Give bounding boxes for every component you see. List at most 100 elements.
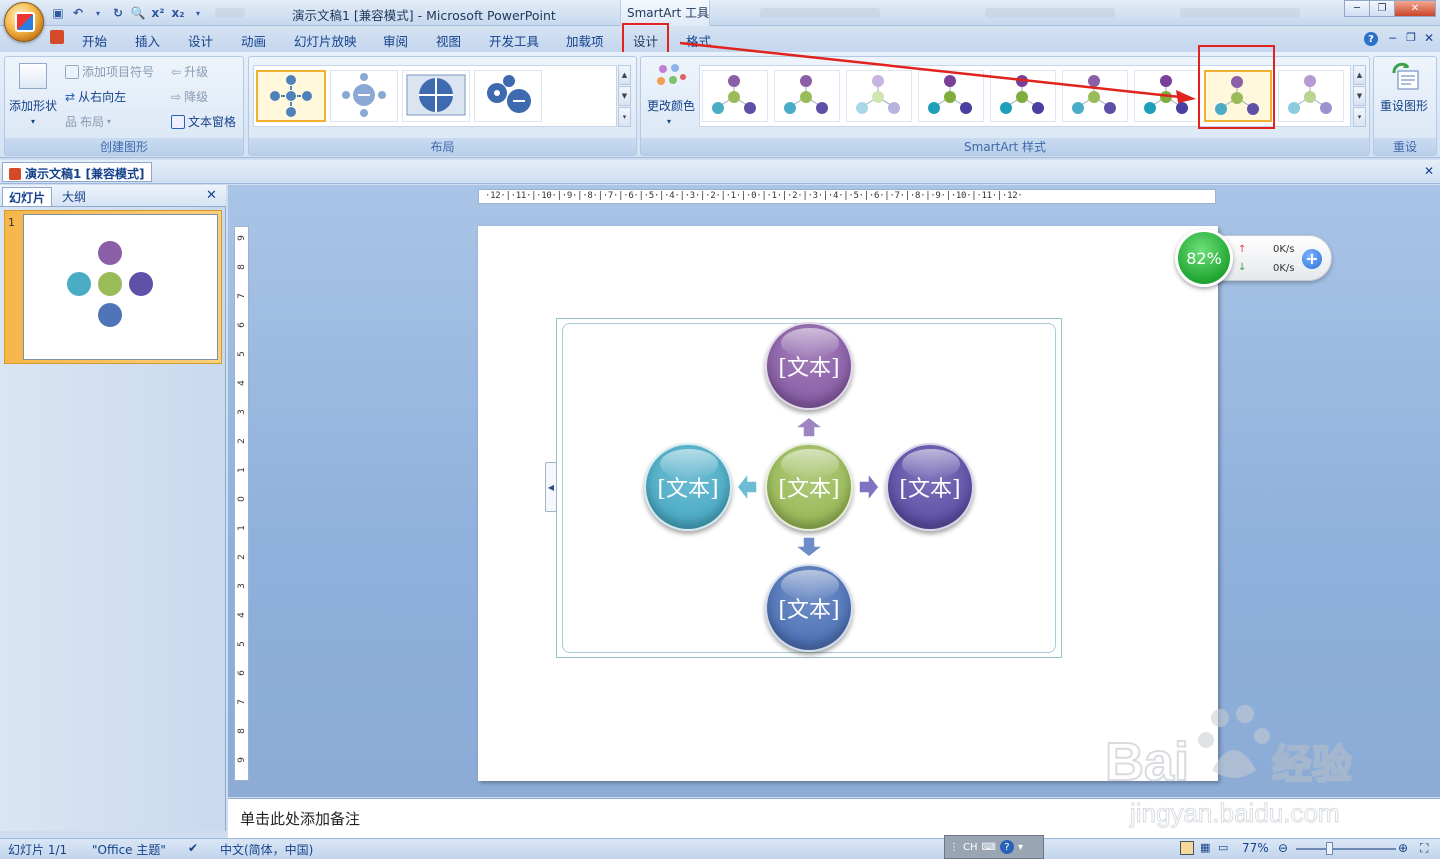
language[interactable]: 中文(简体，中国) [220,841,313,858]
ppt-file-icon [9,168,21,180]
zoom-out-icon[interactable]: ⊖ [1278,841,1288,855]
zoom-in-icon[interactable]: ⊕ [1398,841,1408,855]
gallery-scroll-up-icon[interactable]: ▲ [618,65,631,85]
theme-name[interactable]: "Office 主题" [92,841,166,858]
print-preview-icon[interactable]: 🔍 [130,5,146,21]
superscript-icon[interactable]: x² [150,5,166,21]
layout-thumb-gears[interactable] [474,70,542,122]
tab-animations[interactable]: 动画 [241,31,266,50]
tab-slides[interactable]: 幻灯片 [2,187,53,206]
tab-view[interactable]: 视图 [436,31,461,50]
notes-pane[interactable] [228,798,1440,838]
promote-label: 升级 [184,65,209,79]
add-bullet-button[interactable]: 添加项目符号 [65,63,154,80]
save-icon[interactable]: ▣ [50,5,66,21]
style-thumb[interactable] [990,70,1056,122]
group-label: 布局 [249,138,636,155]
smartart-node-top[interactable]: [文本] [765,322,853,410]
layout-thumb-basic-radial[interactable] [330,70,398,122]
undo-icon[interactable]: ↶ [70,5,86,21]
ribbon-minimize-icon[interactable]: ─ [1389,32,1396,45]
ime-language[interactable]: CH [963,842,978,853]
minimize-button[interactable]: ─ [1344,0,1370,17]
style-thumb[interactable] [1062,70,1128,122]
redo-icon[interactable]: ↻ [110,5,126,21]
style-thumb[interactable] [1134,70,1200,122]
demote-button[interactable]: ⇨ 降级 [171,88,208,105]
close-document-icon[interactable]: ✕ [1424,164,1434,178]
ribbon-close-icon[interactable]: ✕ [1424,31,1434,45]
text-pane-button[interactable]: 文本窗格 [171,113,236,130]
gallery-scroll-down-icon[interactable]: ▼ [1353,86,1366,106]
layout-thumb-radial-cycle[interactable] [256,70,326,122]
promote-button[interactable]: ⇦ 升级 [171,63,208,80]
reset-graphic-button[interactable]: 重设图形 [1380,97,1428,114]
normal-view-icon[interactable] [1180,841,1194,855]
help-icon[interactable]: ? [1364,32,1378,46]
smartart-node-left[interactable]: [文本] [644,443,732,531]
ribbon-restore-icon[interactable]: ❐ [1406,31,1416,44]
ruler-label: 1 [237,467,247,473]
dropdown-icon[interactable]: ▾ [90,5,106,21]
ime-menu-icon[interactable]: ▾ [1018,842,1023,853]
radial-layout-icon [270,75,312,117]
smartart-node-bottom[interactable]: [文本] [765,564,853,652]
add-shape-button[interactable]: 添加形状 [9,97,57,114]
ime-help-icon[interactable]: ? [999,840,1014,854]
chevron-down-icon: ▾ [31,117,36,126]
swap-icon: ⇄ [65,89,76,104]
zoom-level[interactable]: 77% [1242,841,1269,855]
right-to-left-button[interactable]: ⇄ 从右向左 [65,88,126,105]
ruler-label: 1 [237,525,247,531]
gallery-scroll-up-icon[interactable]: ▲ [1353,65,1366,85]
style-thumb[interactable] [918,70,984,122]
subscript-icon[interactable]: x₂ [170,5,186,21]
notes-placeholder[interactable]: 单击此处添加备注 [240,808,360,829]
upload-arrow-icon: ↑ [1238,244,1247,255]
style-preview-icon [1072,75,1116,114]
zoom-slider[interactable] [1296,848,1396,850]
change-colors-button[interactable]: 更改颜色 [647,97,695,114]
text-pane-toggle-handle[interactable]: ◀ [545,462,557,512]
gallery-scroll-down-icon[interactable]: ▼ [618,86,631,106]
tab-home[interactable]: 开始 [82,31,107,50]
style-thumb[interactable] [774,70,840,122]
office-button[interactable] [4,2,44,42]
quick-access-toolbar: ▣ ↶ ▾ ↻ 🔍 x² x₂ ▾ [50,4,206,22]
zoom-slider-thumb[interactable] [1326,842,1333,855]
tab-developer[interactable]: 开发工具 [489,31,539,50]
tab-slideshow[interactable]: 幻灯片放映 [294,31,357,50]
customize-qat-icon[interactable]: ▾ [190,5,206,21]
ime-toolbar[interactable]: ⋮ CH ⌨ ? ▾ [944,835,1044,859]
layout-thumb-segmented[interactable] [402,70,470,122]
window-controls: ─ ❐ ✕ [1344,0,1436,17]
slide-thumbnail[interactable] [23,214,218,360]
fit-to-window-icon[interactable]: ⛶ [1420,841,1428,856]
keyboard-icon[interactable]: ⌨ [982,842,996,853]
smartart-node-center[interactable]: [文本] [765,443,853,531]
slide-sorter-icon[interactable]: ▦ [1200,841,1210,854]
tab-design[interactable]: 设计 [188,31,213,50]
close-button[interactable]: ✕ [1394,0,1436,17]
layout-dropdown[interactable]: 品布局 ▾ [65,113,111,130]
style-thumb[interactable] [702,70,768,122]
style-thumb[interactable] [1278,70,1344,122]
tab-review[interactable]: 审阅 [383,31,408,50]
office-logo-icon [15,12,35,32]
plus-icon[interactable]: + [1302,249,1322,269]
thumb-node-center [98,272,122,296]
gallery-more-icon[interactable]: ▾ [1353,107,1366,127]
slideshow-view-icon[interactable]: ▭ [1218,841,1228,854]
tab-addins[interactable]: 加载项 [566,31,604,50]
restore-button[interactable]: ❐ [1369,0,1395,17]
close-pane-icon[interactable]: ✕ [206,188,217,203]
thumb-node-right [129,272,153,296]
tab-outline[interactable]: 大纲 [56,187,92,206]
gallery-more-icon[interactable]: ▾ [618,107,631,127]
document-tab[interactable]: 演示文稿1 [兼容模式] [2,162,152,182]
spellcheck-icon[interactable]: ✔ [188,841,198,855]
style-thumb[interactable] [846,70,912,122]
tab-insert[interactable]: 插入 [135,31,160,50]
tab-smartart-format[interactable]: 格式 [686,31,711,50]
smartart-node-right[interactable]: [文本] [886,443,974,531]
